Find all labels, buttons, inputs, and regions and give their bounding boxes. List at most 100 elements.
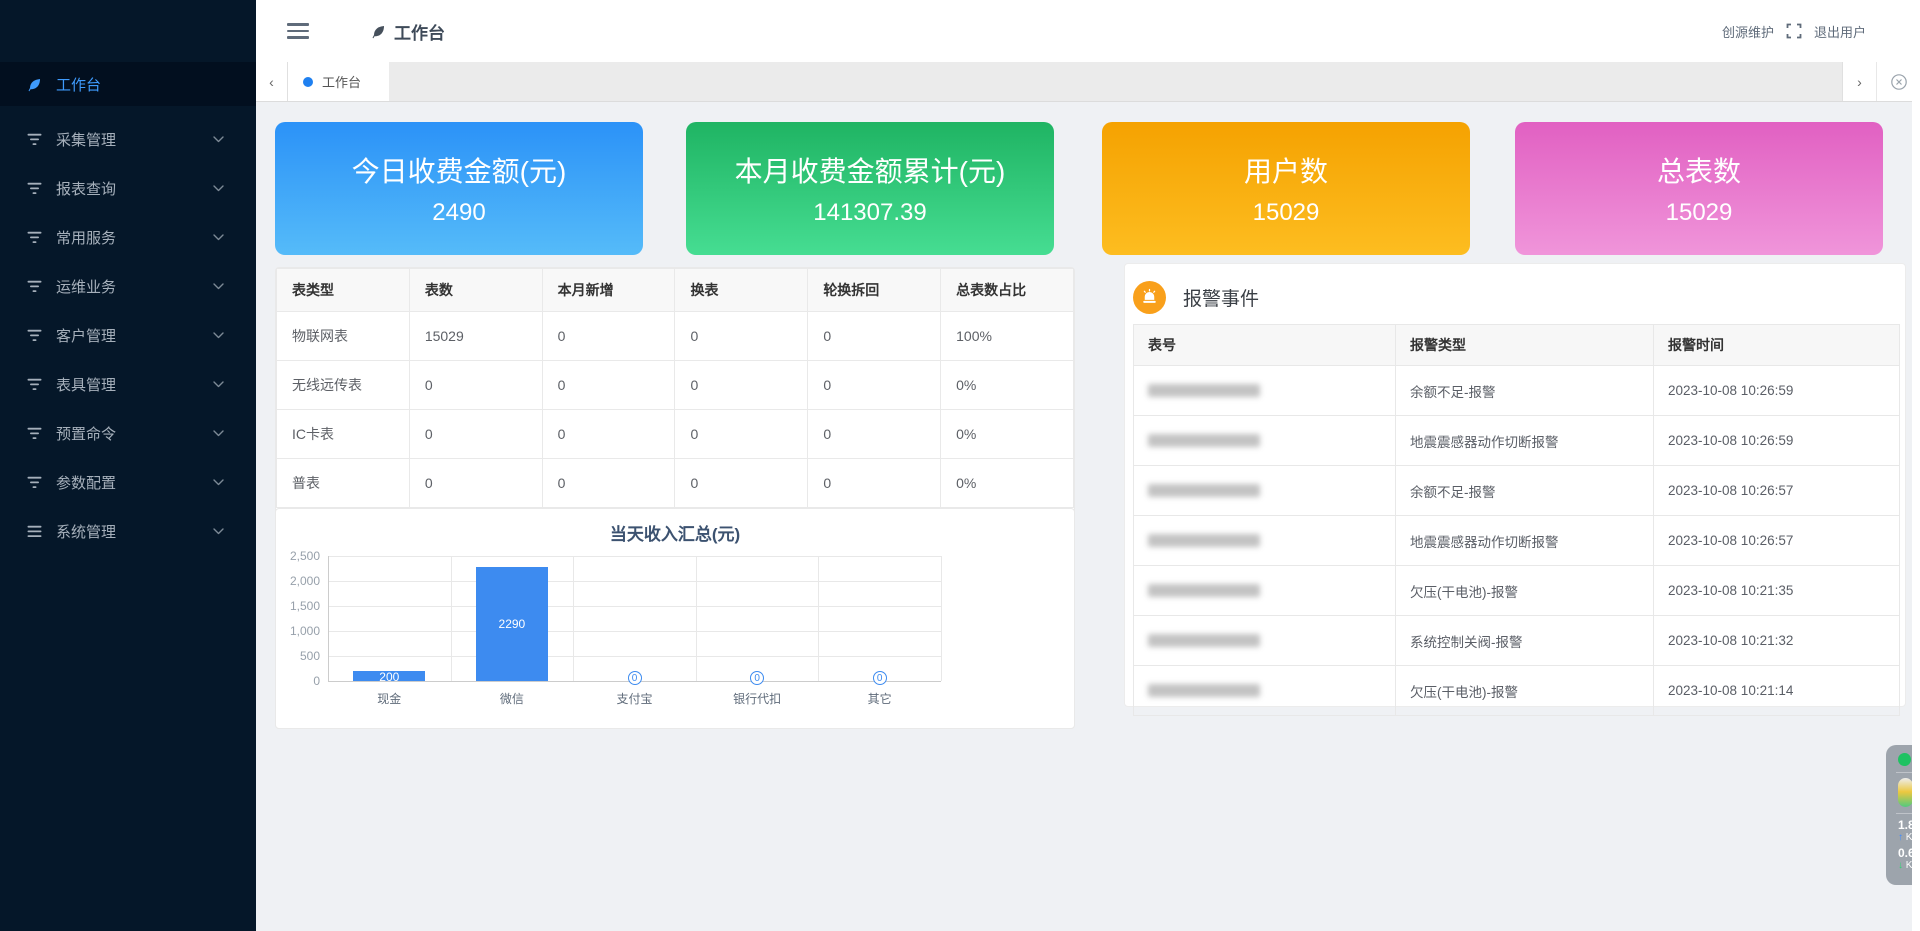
meter-cell: 15029 (409, 312, 542, 361)
filter-icon (27, 133, 44, 146)
sidebar-item-label: 常用服务 (56, 227, 116, 248)
stat-card-4: 总表数15029 (1515, 122, 1883, 255)
meter-col-header: 总表数占比 (941, 269, 1074, 312)
alarm-col-header: 表号 (1134, 325, 1396, 366)
alarm-time: 2023-10-08 10:26:57 (1654, 466, 1900, 516)
meter-cell: 0 (675, 361, 808, 410)
page-title-text: 工作台 (394, 19, 445, 44)
table-row: IC卡表00000% (277, 410, 1074, 459)
meter-cell: 0 (675, 312, 808, 361)
leaf-icon (371, 24, 386, 39)
meter-col-header: 表类型 (277, 269, 410, 312)
alarm-col-header: 报警类型 (1396, 325, 1654, 366)
meter-cell: 0 (808, 410, 941, 459)
alarm-type: 地震震感器动作切断报警 (1396, 516, 1654, 566)
meter-number-masked (1134, 466, 1396, 516)
y-axis-tick: 2,000 (276, 574, 320, 588)
meter-cell: 100% (941, 312, 1074, 361)
zero-value-marker: 0 (628, 671, 642, 685)
tab-bar: ‹ 工作台 › (256, 62, 1920, 102)
bar-value-label: 200 (359, 670, 419, 684)
tab-scroll-right-button[interactable]: › (1842, 62, 1877, 101)
stat-card-value: 15029 (1666, 199, 1733, 227)
meter-number-masked (1134, 666, 1396, 716)
x-axis-label: 微信 (462, 690, 562, 707)
meter-cell: 0 (542, 410, 675, 459)
stat-card-1: 今日收费金额(元)2490 (275, 122, 643, 255)
stat-card-title: 本月收费金额累计(元) (735, 150, 1006, 190)
stat-card-title: 今日收费金额(元) (352, 150, 567, 190)
chevron-down-icon (213, 479, 224, 486)
sidebar-item-4[interactable]: 常用服务 (0, 213, 256, 262)
tab-bar-controls: › (1842, 62, 1920, 101)
alarm-row: 欠压(干电池)-报警2023-10-08 10:21:14 (1134, 666, 1900, 716)
y-axis-tick: 2,500 (276, 549, 320, 563)
alarm-type: 系统控制关阀-报警 (1396, 616, 1654, 666)
maintainer-link[interactable]: 创源维护 (1722, 22, 1774, 41)
alarm-type: 欠压(干电池)-报警 (1396, 566, 1654, 616)
blurred-meter-number (1148, 534, 1260, 547)
scrollbar[interactable] (1912, 101, 1920, 931)
meter-cell: 0 (808, 361, 941, 410)
meter-number-masked (1134, 366, 1396, 416)
stat-card-value: 141307.39 (813, 199, 926, 227)
meter-col-header: 换表 (675, 269, 808, 312)
alarm-row: 欠压(干电池)-报警2023-10-08 10:21:35 (1134, 566, 1900, 616)
sidebar-item-label: 工作台 (56, 74, 101, 95)
sidebar-item-9[interactable]: 参数配置 (0, 458, 256, 507)
alarm-row: 余额不足-报警2023-10-08 10:26:59 (1134, 366, 1900, 416)
page-title: 工作台 (371, 19, 445, 44)
logout-link[interactable]: 退出用户 (1814, 22, 1866, 41)
filter-icon (27, 427, 44, 440)
sidebar-item-5[interactable]: 运维业务 (0, 262, 256, 311)
hamburger-menu-icon[interactable] (287, 19, 309, 43)
meter-cell: 普表 (277, 459, 410, 508)
alarm-type: 欠压(干电池)-报警 (1396, 666, 1654, 716)
meter-number-masked (1134, 566, 1396, 616)
tab-label: 工作台 (322, 72, 361, 91)
sidebar-menu: 工作台采集管理报表查询常用服务运维业务客户管理表具管理预置命令参数配置系统管理 (0, 62, 256, 556)
sidebar-item-8[interactable]: 预置命令 (0, 409, 256, 458)
sidebar-item-label: 运维业务 (56, 276, 116, 297)
meter-cell: 0 (808, 312, 941, 361)
sidebar-item-label: 客户管理 (56, 325, 116, 346)
sidebar-item-10[interactable]: 系统管理 (0, 507, 256, 556)
meter-cell: 物联网表 (277, 312, 410, 361)
leaf-icon (27, 77, 44, 92)
filter-icon (27, 182, 44, 195)
top-bar: 工作台 创源维护 退出用户 (256, 0, 1920, 63)
table-row: 物联网表15029000100% (277, 312, 1074, 361)
filter-icon (27, 329, 44, 342)
chevron-down-icon (213, 430, 224, 437)
alarm-row: 地震震感器动作切断报警2023-10-08 10:26:57 (1134, 516, 1900, 566)
alarm-time: 2023-10-08 10:26:59 (1654, 366, 1900, 416)
y-axis-tick: 500 (276, 649, 320, 663)
alarm-type: 余额不足-报警 (1396, 466, 1654, 516)
sidebar-item-1[interactable]: 工作台 (0, 62, 256, 106)
filter-icon (27, 378, 44, 391)
chevron-down-icon (213, 332, 224, 339)
sidebar-item-6[interactable]: 客户管理 (0, 311, 256, 360)
alarm-time: 2023-10-08 10:26:59 (1654, 416, 1900, 466)
sidebar-item-7[interactable]: 表具管理 (0, 360, 256, 409)
gauge-pill-icon (1898, 778, 1913, 807)
filter-icon (27, 231, 44, 244)
meter-col-header: 本月新增 (542, 269, 675, 312)
sidebar-item-label: 表具管理 (56, 374, 116, 395)
blurred-meter-number (1148, 634, 1260, 647)
blurred-meter-number (1148, 384, 1260, 397)
filter-icon (27, 280, 44, 293)
meter-cell: 0 (409, 410, 542, 459)
tab-workbench[interactable]: 工作台 (288, 62, 389, 101)
sidebar-item-2[interactable]: 采集管理 (0, 115, 256, 164)
filter-icon (27, 476, 44, 489)
alarm-row: 余额不足-报警2023-10-08 10:26:57 (1134, 466, 1900, 516)
fullscreen-icon[interactable] (1786, 23, 1802, 39)
meter-cell: 0 (409, 361, 542, 410)
x-axis-label: 现金 (339, 690, 439, 707)
meter-cell: 0 (542, 312, 675, 361)
chevron-down-icon (213, 381, 224, 388)
tab-close-all-icon[interactable] (1877, 62, 1920, 101)
tab-scroll-left-button[interactable]: ‹ (256, 62, 288, 101)
sidebar-item-3[interactable]: 报表查询 (0, 164, 256, 213)
